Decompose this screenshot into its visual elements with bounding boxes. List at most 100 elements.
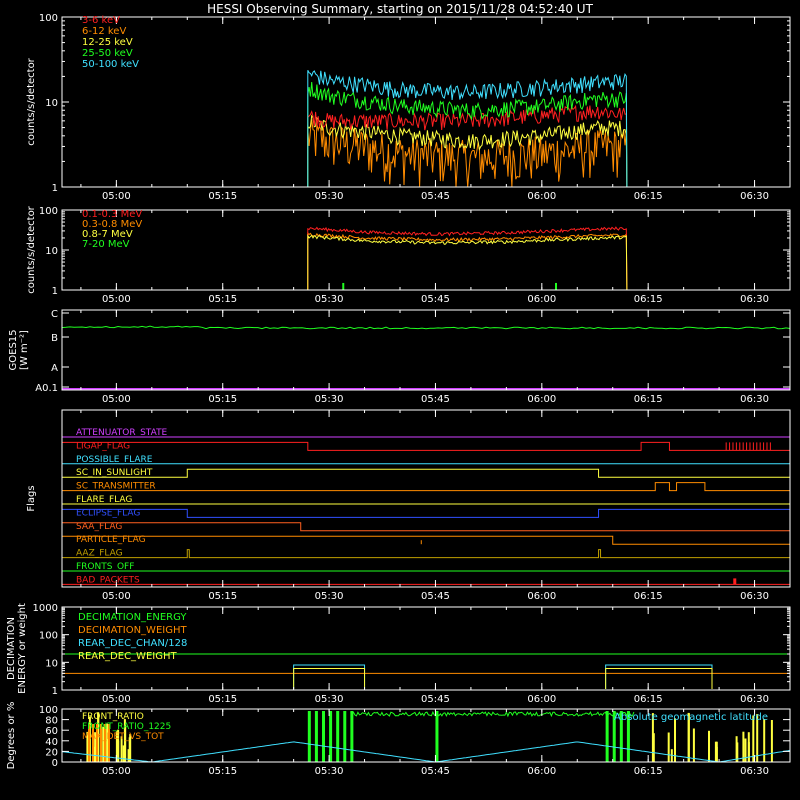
x-tick-label: 06:15	[634, 591, 663, 602]
flag-trace	[62, 508, 790, 518]
flag-label: SC_TRANSMITTER	[76, 482, 156, 492]
x-tick-label: 06:30	[740, 694, 769, 705]
legend-item: DECIMATION_ENERGY	[78, 612, 187, 623]
x-tick-label: 06:15	[634, 294, 663, 305]
flag-label: ATTENUATOR_STATE	[76, 428, 168, 438]
y-axis-label: ENERGY or weight	[17, 603, 28, 694]
legend-item: 6-12 keV	[82, 26, 126, 37]
legend-item: 50-100 keV	[82, 59, 139, 70]
x-tick-label: 05:30	[315, 694, 344, 705]
x-tick-label: 06:30	[740, 394, 769, 405]
flag-trace-tick	[733, 578, 737, 585]
series-goes-long	[61, 325, 791, 330]
series-front-ratio-1225-bar	[336, 711, 340, 762]
x-tick-label: 05:45	[421, 191, 450, 202]
series-front-ratio-1225-bar	[435, 711, 439, 762]
flag-label: LIGAP_FLAG	[76, 441, 130, 451]
y-tick-label: 10	[45, 246, 58, 257]
series-front-ratio-bar	[667, 732, 670, 762]
x-tick-label: 06:30	[740, 191, 769, 202]
x-tick-label: 05:45	[421, 766, 450, 777]
flag-label: BAD_PACKETS	[76, 575, 140, 585]
y-axis-label: DECIMATION	[6, 617, 17, 680]
y-tick-label: 10	[45, 658, 58, 669]
y-axis-label: Flags	[26, 485, 37, 511]
flag-trace	[62, 535, 790, 545]
y-tick-label: 1	[52, 286, 58, 297]
x-tick-label: 05:45	[421, 394, 450, 405]
series-front-ratio-bar	[652, 733, 655, 762]
x-tick-label: 05:45	[421, 294, 450, 305]
y-tick-label: 1	[52, 183, 58, 194]
x-tick-label: 06:30	[740, 591, 769, 602]
x-tick-label: 05:45	[421, 591, 450, 602]
series-front-ratio-1225-bar	[314, 711, 318, 762]
flag-label: FLARE_FLAG	[76, 495, 132, 505]
legend-item: 7-20 MeV	[82, 239, 130, 250]
x-tick-label: 06:30	[740, 294, 769, 305]
legend-item: REAR_DEC_WEIGHT	[78, 651, 177, 662]
figure-title: HESSI Observing Summary, starting on 201…	[207, 2, 593, 16]
panel-frame	[61, 209, 791, 291]
legend-item: MAX_DET_VS_TOT	[82, 732, 164, 742]
y-tick-label: B	[51, 333, 58, 344]
legend-item: Absolute geomagnetic latitude	[614, 712, 768, 723]
y-axis-label: [W m⁻²]	[19, 330, 30, 370]
flag-trace	[62, 468, 790, 478]
y-axis-label: counts/s/detector	[26, 205, 37, 293]
y-tick-label: A0.1	[35, 383, 58, 394]
x-tick-label: 05:30	[315, 191, 344, 202]
series-front-ratio-bar	[735, 736, 738, 762]
y-tick-label: 100	[39, 13, 58, 24]
series-front-ratio-bar	[744, 738, 747, 762]
flag-trace	[62, 522, 790, 532]
x-tick-label: 06:15	[634, 191, 663, 202]
x-tick-label: 05:00	[102, 694, 131, 705]
y-tick-label: 1000	[33, 603, 58, 614]
flag-trace	[62, 549, 790, 559]
x-tick-label: 05:30	[315, 766, 344, 777]
series-0.8-7-MeV	[307, 233, 628, 291]
flag-trace	[62, 482, 790, 492]
series-front-ratio-1225-bar	[343, 711, 347, 762]
series-front-ratio-bar	[714, 741, 717, 762]
series-25-50-keV	[307, 82, 628, 188]
flag-label: SC_IN_SUNLIGHT	[76, 468, 153, 478]
y-tick-label: 10	[45, 98, 58, 109]
legend-item: FRONT_RATIO	[82, 712, 144, 722]
x-tick-label: 05:00	[102, 294, 131, 305]
x-tick-label: 05:15	[208, 294, 237, 305]
x-tick-label: 06:15	[634, 766, 663, 777]
x-tick-label: 05:30	[315, 394, 344, 405]
legend-item: FRONT_RATIO_1225	[82, 722, 171, 732]
x-tick-label: 05:30	[315, 591, 344, 602]
series-front-ratio-1225-bar	[307, 711, 311, 762]
x-tick-label: 06:00	[527, 394, 556, 405]
x-tick-label: 05:00	[102, 766, 131, 777]
x-tick-label: 05:45	[421, 694, 450, 705]
x-tick-label: 05:15	[208, 191, 237, 202]
x-tick-label: 06:30	[740, 766, 769, 777]
series-front-ratio-1225-bar	[605, 711, 609, 762]
y-tick-label: 100	[39, 631, 58, 642]
y-tick-label: 60	[45, 726, 58, 737]
y-tick-label: C	[51, 309, 58, 320]
legend-item: DECIMATION_WEIGHT	[78, 625, 187, 636]
series-front-ratio-bar	[692, 728, 695, 762]
x-tick-label: 05:30	[315, 294, 344, 305]
flag-label: FRONTS_OFF	[76, 562, 134, 572]
series-front-ratio-bar	[763, 719, 766, 762]
series-front-ratio-1225-bar	[350, 711, 354, 762]
x-tick-label: 05:15	[208, 766, 237, 777]
x-tick-label: 05:15	[208, 591, 237, 602]
flag-label: POSSIBLE_FLARE	[76, 455, 153, 465]
y-axis-label: counts/s/detector	[26, 57, 37, 145]
flag-label: ECLIPSE_FLAG	[76, 508, 140, 518]
y-tick-label: 0	[52, 758, 58, 769]
series-front-ratio-1225-bar	[329, 711, 333, 762]
x-tick-label: 05:00	[102, 591, 131, 602]
x-tick-label: 06:00	[527, 191, 556, 202]
flag-label: SAA_FLAG	[76, 522, 122, 532]
legend-item: 3-6 keV	[82, 15, 120, 26]
x-tick-label: 05:00	[102, 394, 131, 405]
